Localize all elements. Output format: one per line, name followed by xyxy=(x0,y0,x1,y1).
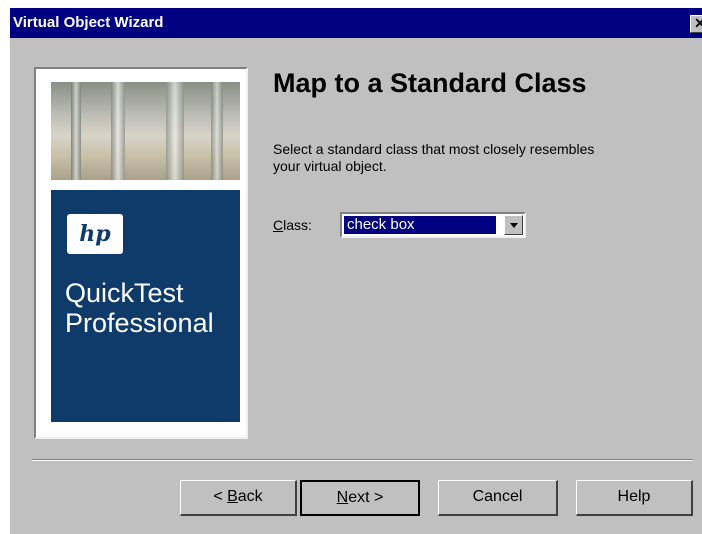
lab-glassware-image xyxy=(51,82,240,180)
back-button[interactable]: < Back xyxy=(180,480,297,516)
title-bar: Virtual Object Wizard ✕ xyxy=(10,8,702,38)
class-label: Class: xyxy=(273,217,312,233)
class-select[interactable]: check box xyxy=(340,212,526,238)
virtual-object-wizard-dialog: Virtual Object Wizard ✕ hp QuickTest Pro… xyxy=(10,8,702,534)
class-select-value[interactable]: check box xyxy=(343,215,497,235)
cancel-button[interactable]: Cancel xyxy=(438,480,558,516)
wizard-image-panel: hp QuickTest Professional xyxy=(34,67,248,439)
page-description: Select a standard class that most closel… xyxy=(273,141,595,174)
product-brand-panel: hp QuickTest Professional xyxy=(51,190,240,422)
product-name: QuickTest Professional xyxy=(65,278,214,338)
close-icon: ✕ xyxy=(694,15,702,31)
page-title: Map to a Standard Class xyxy=(273,68,587,98)
window-title: Virtual Object Wizard xyxy=(13,14,164,31)
chevron-down-icon[interactable] xyxy=(504,215,523,235)
help-button[interactable]: Help xyxy=(576,480,693,516)
close-button[interactable]: ✕ xyxy=(690,15,702,33)
hp-logo: hp xyxy=(67,214,123,254)
next-button[interactable]: Next > xyxy=(300,480,420,516)
divider xyxy=(32,459,693,461)
